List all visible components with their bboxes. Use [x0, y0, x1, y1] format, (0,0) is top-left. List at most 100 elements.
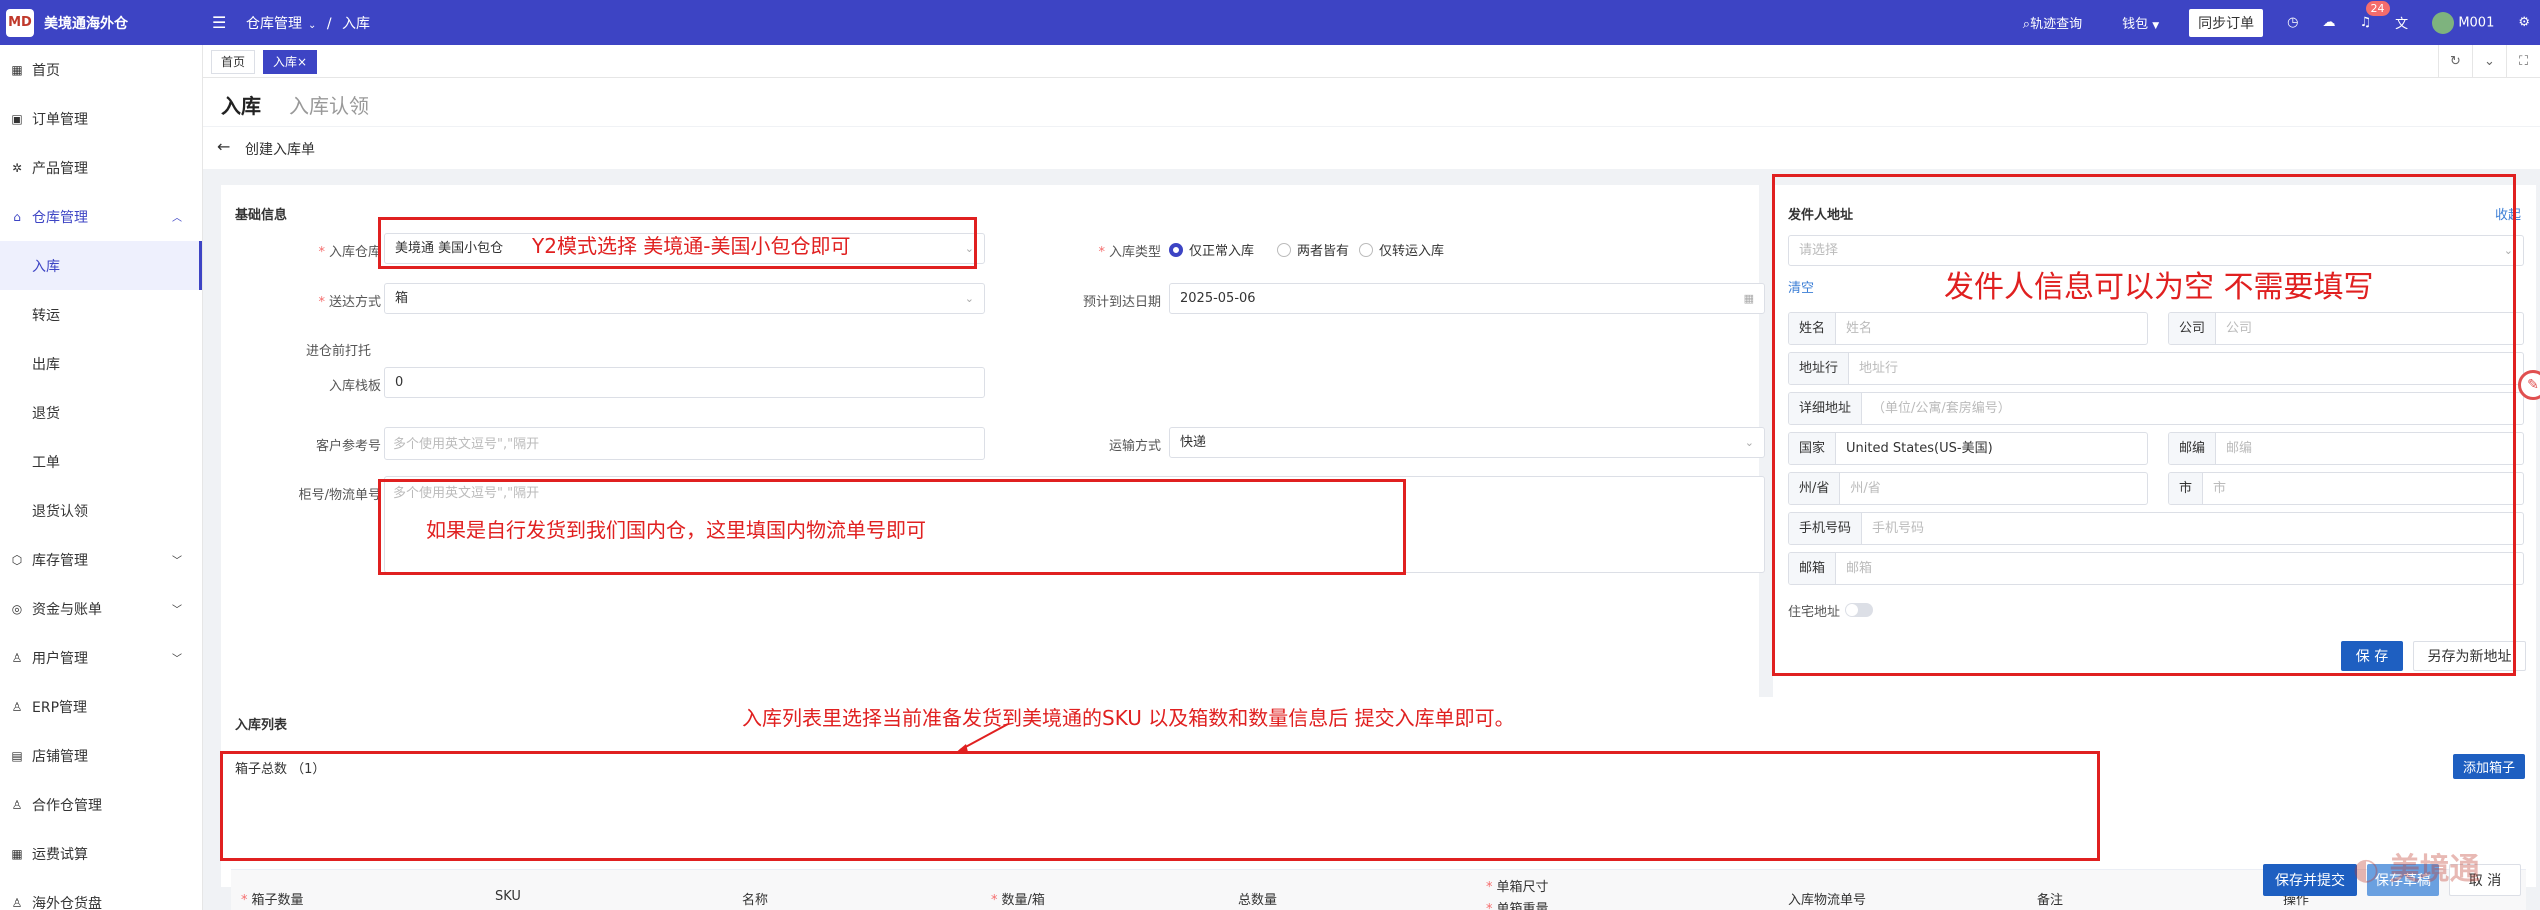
eta-label: 预计到达日期	[1082, 295, 1161, 310]
money-icon: ◎	[11, 601, 23, 616]
translate-icon[interactable]: 文	[2395, 13, 2408, 32]
breadcrumb-item[interactable]: 仓库管理	[246, 16, 302, 32]
chevron-down-icon: ⌄	[964, 292, 974, 305]
column-sku: SKU	[495, 889, 521, 904]
refresh-icon[interactable]: ↻	[2438, 45, 2472, 78]
side-float-icon[interactable]: ✎	[2518, 370, 2540, 400]
annotation-tracking: 如果是自行发货到我们国内仓，这里填国内物流单号即可	[426, 518, 926, 542]
top-bar: MD 美境通海外仓 ☰ 仓库管理 ⌄ / 入库 ⌕轨迹查询 钱包 ▼ 同步订单 ◷…	[0, 0, 2540, 45]
menu-collapse-icon[interactable]: ☰	[212, 13, 226, 32]
page-title-bar: 入库 入库认领	[203, 78, 2540, 126]
shop-icon: ▤	[11, 748, 23, 763]
bell-icon[interactable]: ♫ 24	[2360, 1, 2390, 30]
track-query-label: 轨迹查询	[2030, 17, 2083, 32]
column-box-weight: * 单箱重量	[1486, 898, 1549, 910]
chevron-down-icon[interactable]: ⌄	[2472, 45, 2506, 78]
gear-icon: ✲	[11, 160, 23, 175]
sidebar-item-return-claim[interactable]: 退货认领	[0, 486, 202, 535]
sidebar-item-inbound[interactable]: 入库	[0, 241, 202, 290]
add-box-button[interactable]: 添加箱子	[2453, 754, 2525, 779]
column-name: 名称	[742, 893, 769, 908]
sidebar-item-label: 订单管理	[32, 111, 88, 128]
search-icon: ⌕	[2022, 17, 2031, 32]
page-title[interactable]: 入库	[221, 90, 261, 119]
column-label: 单箱尺寸	[1496, 880, 1549, 895]
inbound-type-label-text: 入库类型	[1108, 245, 1161, 260]
grid-icon: ▦	[11, 62, 23, 77]
chevron-down-icon: ﹀	[172, 605, 182, 616]
annotation-box-list	[220, 751, 2100, 861]
sidebar-item-workorder[interactable]: 工单	[0, 437, 202, 486]
chevron-down-icon: ﹀	[172, 654, 182, 665]
back-label: 创建入库单	[245, 142, 315, 158]
wallet-label: 钱包	[2122, 17, 2149, 32]
sidebar-item-freight-calc[interactable]: ▦ 运费试算	[0, 829, 202, 878]
settings-icon[interactable]: ⚙	[2518, 15, 2530, 30]
tab-home[interactable]: 首页	[211, 50, 256, 74]
user-menu[interactable]: M001	[2432, 11, 2494, 34]
breadcrumb-item: 入库	[342, 16, 371, 32]
tab-inbound[interactable]: 入库×	[263, 50, 318, 74]
user-icon: ♙	[11, 797, 23, 812]
table-header: * 箱子数量 SKU 名称 * 数量/箱 总数量 * 单箱尺寸 * 单箱重量 入库物流单…	[231, 869, 2526, 910]
column-remark: 备注	[2037, 893, 2064, 908]
sidebar-item-returns[interactable]: 退货	[0, 388, 202, 437]
delivery-value: 箱	[395, 291, 409, 306]
sync-order-button[interactable]: 同步订单	[2189, 8, 2264, 37]
sidebar-item-products[interactable]: ✲ 产品管理	[0, 143, 202, 192]
fullscreen-icon[interactable]: ⛶	[2506, 45, 2540, 78]
sidebar-item-users[interactable]: ♙ 用户管理 ﹀	[0, 633, 202, 682]
sidebar-item-label: 库存管理	[32, 552, 88, 569]
sidebar-item-label: 出库	[32, 356, 60, 373]
watermark-logo: ◐ 美境通	[2353, 852, 2480, 887]
header-actions: ⌕轨迹查询 钱包 ▼ 同步订单 ◷ ☁ ♫ 24 文 M001 ⚙	[1999, 0, 2530, 45]
sidebar-item-warehouse[interactable]: ⌂ 仓库管理 ︿	[0, 192, 202, 241]
breadcrumb-separator: /	[326, 16, 332, 32]
sidebar-item-partner-warehouse[interactable]: ♙ 合作仓管理	[0, 780, 202, 829]
sidebar-item-orders[interactable]: ▣ 订单管理	[0, 94, 202, 143]
wallet-dropdown[interactable]: 钱包 ▼	[2122, 13, 2159, 32]
pallet-count-label: 入库栈板	[328, 379, 381, 394]
back-arrow-icon[interactable]: ←	[217, 137, 230, 156]
column-label: 数量/箱	[1001, 893, 1045, 908]
sidebar-item-label: 海外仓货盘	[32, 895, 102, 910]
sidebar-item-home[interactable]: ▦ 首页	[0, 45, 202, 94]
sidebar-item-transfer[interactable]: 转运	[0, 290, 202, 339]
sidebar-item-inventory[interactable]: ⬡ 库存管理 ﹀	[0, 535, 202, 584]
radio-dot	[1277, 242, 1291, 257]
pallet-count-input[interactable]: 0	[384, 367, 985, 398]
box-icon: ⬡	[11, 552, 23, 567]
user-icon: ♙	[11, 650, 23, 665]
sidebar-item-finance[interactable]: ◎ 资金与账单 ﹀	[0, 584, 202, 633]
customer-ref-input[interactable]: 多个使用英文逗号","隔开	[384, 427, 985, 460]
inbound-list-title: 入库列表	[235, 718, 288, 733]
back-bar: ← 创建入库单	[203, 127, 2540, 169]
column-label: 箱子数量	[251, 893, 304, 908]
transport-select[interactable]: 快递 ⌄	[1169, 427, 1765, 458]
sidebar-item-label: 入库	[32, 258, 60, 275]
sidebar-item-label: 首页	[32, 62, 60, 79]
sidebar-item-label: 退货认领	[32, 503, 88, 520]
tracking-label: 柜号/物流单号	[298, 488, 381, 503]
sidebar-item-erp[interactable]: ♙ ERP管理	[0, 682, 202, 731]
annotation-list: 入库列表里选择当前准备发货到美境通的SKU 以及箱数和数量信息后 提交入库单即可…	[742, 706, 1515, 730]
delivery-select[interactable]: 箱 ⌄	[384, 283, 985, 314]
sidebar-item-label: 产品管理	[32, 160, 88, 177]
track-query-button[interactable]: ⌕轨迹查询	[2023, 13, 2082, 32]
cloud-icon[interactable]: ☁	[2323, 15, 2336, 30]
tabs-bar: 首页 入库× ↻ ⌄ ⛶	[203, 45, 2540, 78]
logo[interactable]: MD 美境通海外仓	[0, 0, 203, 45]
sidebar-item-label: 运费试算	[32, 846, 88, 863]
radio-transfer-only[interactable]: 仅转运入库	[1359, 240, 1444, 259]
sidebar-item-overseas-pallet[interactable]: ♙ 海外仓货盘	[0, 878, 202, 910]
transport-value: 快递	[1180, 435, 1207, 450]
save-submit-button[interactable]: 保存并提交	[2263, 864, 2357, 896]
radio-both[interactable]: 两者皆有	[1277, 240, 1349, 259]
sidebar-item-shops[interactable]: ▤ 店铺管理	[0, 731, 202, 780]
transport-label: 运输方式	[1108, 439, 1161, 454]
eta-date-input[interactable]: 2025-05-06 ▦	[1169, 283, 1765, 314]
sidebar-item-outbound[interactable]: 出库	[0, 339, 202, 388]
history-icon[interactable]: ◷	[2287, 15, 2298, 30]
page-alt-title[interactable]: 入库认领	[289, 90, 369, 119]
radio-normal-inbound[interactable]: 仅正常入库	[1169, 240, 1254, 259]
